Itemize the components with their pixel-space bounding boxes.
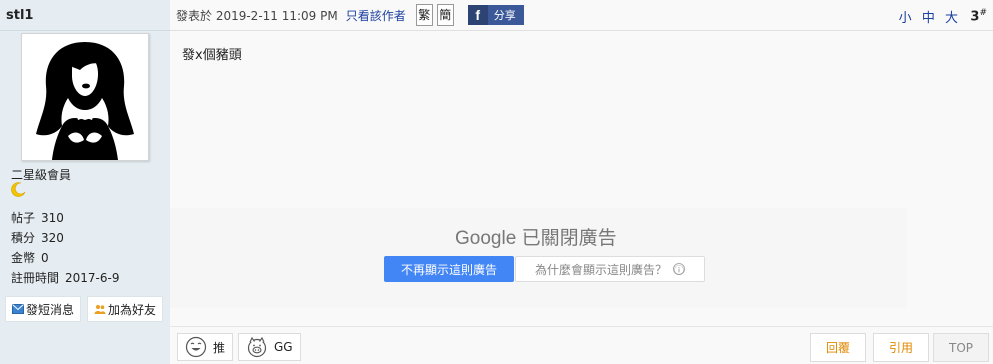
facebook-icon: f <box>467 5 488 25</box>
stop-showing-ad-button[interactable]: 不再顯示這則廣告 <box>384 256 514 282</box>
add-friend-button[interactable]: 加為好友 <box>87 296 164 322</box>
add-friend-label: 加為好友 <box>108 302 157 317</box>
sidebar-header: stl1 <box>0 0 170 31</box>
post-main: 發表於 2019-2-11 11:09 PM 只看該作者 繁 簡 f 分享 小 … <box>170 0 993 364</box>
avatar[interactable] <box>21 33 149 161</box>
why-this-ad-button[interactable]: 為什麼會顯示這則廣告？ ⓘ <box>515 256 705 282</box>
stat-label: 金幣 <box>11 251 36 265</box>
user-sidebar: stl1 二星級會員 帖子 310 積分 320 金幣 0 註冊時間 2017-6-9 <box>0 0 170 364</box>
user-stats: 帖子 310 積分 320 金幣 0 註冊時間 2017-6-9 <box>11 208 119 288</box>
push-label: 推 <box>213 340 226 355</box>
font-large-link[interactable]: 大 <box>945 11 959 26</box>
ad-closed-message: Google 已關閉廣告 <box>455 223 617 250</box>
post-action-bar: 推 GG 回覆 引用 TOP <box>170 326 993 364</box>
stat-label: 註冊時間 <box>11 271 60 285</box>
username-link[interactable]: stl1 <box>6 8 33 23</box>
gg-button[interactable]: GG <box>238 333 301 361</box>
stat-value: 0 <box>41 251 49 265</box>
google-logo-text: Google <box>455 228 517 249</box>
facebook-share-button[interactable]: f 分享 <box>467 5 524 25</box>
back-to-top-button[interactable]: TOP <box>933 333 989 362</box>
smile-face-icon <box>185 336 207 358</box>
floor-number[interactable]: 3# <box>970 8 987 24</box>
font-medium-link[interactable]: 中 <box>922 11 936 26</box>
stat-value[interactable]: 310 <box>41 211 64 225</box>
post-meta: 發表於 2019-2-11 11:09 PM <box>176 8 338 23</box>
font-size-controls: 小 中 大 <box>895 7 959 26</box>
stat-label: 積分 <box>11 231 36 245</box>
friends-icon <box>94 305 106 314</box>
stat-label: 帖子 <box>11 211 36 225</box>
avatar-image <box>22 34 148 160</box>
stat-points: 積分 320 <box>11 228 119 248</box>
send-message-label: 發短消息 <box>26 302 75 317</box>
send-message-button[interactable]: 發短消息 <box>5 296 82 322</box>
ad-closed-text: 已關閉廣告 <box>521 228 617 249</box>
stat-posts: 帖子 310 <box>11 208 119 228</box>
stat-registered: 註冊時間 2017-6-9 <box>11 268 119 288</box>
post-content: 發x個豬頭 <box>182 48 242 63</box>
only-author-link[interactable]: 只看該作者 <box>346 7 406 24</box>
reply-button[interactable]: 回覆 <box>810 333 866 362</box>
envelope-icon <box>12 304 24 314</box>
simplified-button[interactable]: 簡 <box>436 4 454 26</box>
why-this-ad-label: 為什麼會顯示這則廣告？ <box>534 262 667 277</box>
gg-label: GG <box>274 340 293 354</box>
pig-face-icon <box>247 336 267 358</box>
font-small-link[interactable]: 小 <box>899 11 913 26</box>
quote-button[interactable]: 引用 <box>873 333 929 362</box>
stat-coins: 金幣 0 <box>11 248 119 268</box>
stat-value: 2017-6-9 <box>65 271 120 285</box>
push-button[interactable]: 推 <box>177 333 234 361</box>
info-icon: ⓘ <box>673 263 685 277</box>
post-header: 發表於 2019-2-11 11:09 PM 只看該作者 繁 簡 f 分享 小 … <box>170 0 993 31</box>
traditional-button[interactable]: 繁 <box>415 4 433 26</box>
floor-mark: # <box>979 8 987 18</box>
moon-icon <box>11 182 26 197</box>
stat-value: 320 <box>41 231 64 245</box>
facebook-share-label: 分享 <box>493 9 516 22</box>
